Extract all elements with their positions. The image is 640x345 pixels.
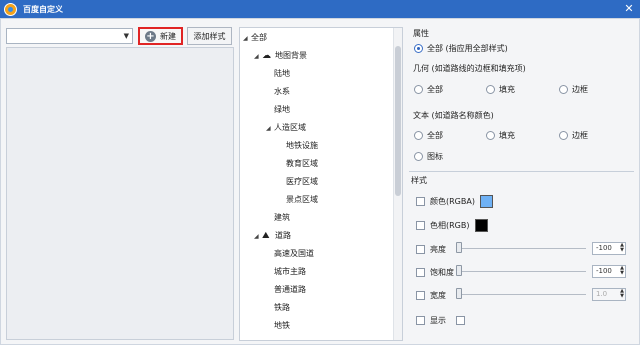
tree-item-label: 地铁 [274,321,290,330]
tree-item-label: 医疗区域 [286,177,318,186]
tree-item[interactable]: 教育区域 [278,156,318,172]
tree-scrollbar[interactable] [393,28,402,340]
tree-item[interactable]: 地铁 [266,318,290,334]
tree-item-label: 全部 [251,33,267,42]
text-fill-radio[interactable]: 填充 [486,129,515,141]
window-title: 百度自定义 [23,4,63,14]
style-list-panel[interactable] [6,47,234,340]
geometry-border-radio[interactable]: 边框 [559,83,588,95]
title-bar: 百度自定义 ✕ [0,0,640,18]
new-button-label: 新建 [160,31,176,41]
tree-item[interactable]: ◢ ⛰ 道路 [254,228,291,244]
tree-item[interactable]: 城市主路 [266,264,306,280]
color-row[interactable]: 颜色(RGBA) [416,194,493,208]
chevron-down-icon[interactable]: ▼ [124,32,129,40]
saturation-spinbox[interactable]: -100 ▲ ▼ [592,265,626,278]
add-style-label: 添加样式 [193,31,226,41]
tree-item[interactable]: 高速及国道 [266,246,314,262]
expand-arrow-icon[interactable]: ◢ [266,121,274,137]
visible-row: 显示 [416,314,470,326]
close-icon[interactable]: ✕ [622,2,636,16]
feature-tree[interactable]: ◢ 全部 ◢ ☁ 地图背景 陆地 水系 绿地 ◢ 人造区域 地铁设施 教育区域 医疗区域 景点区域 建筑 ◢ ⛰… [239,27,403,341]
geometry-all-radio[interactable]: 全部 [414,83,443,95]
width-row: 宽度 [416,289,446,301]
brightness-slider[interactable] [459,248,586,249]
properties-label: 属性 [413,29,429,38]
tree-item[interactable]: 绿地 [266,102,290,118]
expand-arrow-icon[interactable]: ◢ [254,49,262,65]
saturation-slider[interactable] [459,271,586,272]
color-swatch[interactable] [479,194,493,208]
tree-item-label: 道路 [275,231,291,240]
app-logo-icon [4,2,17,16]
text-all-radio[interactable]: 全部 [414,129,443,141]
tree-item[interactable]: ◢ 全部 [243,30,267,46]
width-slider[interactable] [459,294,586,295]
add-style-button[interactable]: 添加样式 [187,27,232,45]
saturation-slider-thumb[interactable] [456,265,462,276]
geometry-fill-radio[interactable]: 填充 [486,83,515,95]
cloud-icon: ☁ [262,51,271,61]
tree-item-label: 高速及国道 [274,249,314,258]
tree-item-label: 地铁设施 [286,141,318,150]
tree-item-label: 地图背景 [275,51,307,60]
text-border-radio[interactable]: 边框 [559,129,588,141]
spin-arrows-icon[interactable]: ▲ ▼ [620,243,624,253]
geometry-label: 几何 (如道路线的边框和填充项) [413,64,526,73]
hue-swatch[interactable] [474,218,488,232]
tree-item-label: 绿地 [274,105,290,114]
spin-arrows-icon[interactable]: ▲ ▼ [620,266,624,276]
tree-item-label: 陆地 [274,69,290,78]
style-label: 样式 [411,176,427,185]
visible-toggle-checkbox[interactable] [456,315,465,325]
scroll-thumb[interactable] [395,46,401,196]
icon-radio[interactable]: 图标 [414,150,443,162]
color-checkbox[interactable] [416,196,425,206]
tree-item-label: 水系 [274,87,290,96]
tree-item[interactable]: 陆地 [266,66,290,82]
tree-item-label: 人造区域 [274,123,306,132]
expand-arrow-icon[interactable]: ◢ [243,31,251,47]
road-icon: ⛰ [262,231,270,241]
spin-arrows-icon[interactable]: ▲ ▼ [620,289,624,299]
hue-row[interactable]: 色相(RGB) [416,218,488,232]
width-spinbox[interactable]: 1.0 ▲ ▼ [592,288,626,301]
text-label: 文本 (如道路名称颜色) [413,111,494,120]
tree-item[interactable]: 水系 [266,84,290,100]
tree-item[interactable]: ◢ ☁ 地图背景 [254,48,307,64]
tree-item[interactable]: 地铁设施 [278,138,318,154]
tree-item[interactable]: 建筑 [266,210,290,226]
brightness-checkbox[interactable] [416,244,425,254]
brightness-row: 亮度 [416,243,446,255]
brightness-spinbox[interactable]: -100 ▲ ▼ [592,242,626,255]
width-slider-thumb[interactable] [456,288,462,299]
new-button[interactable]: + 新建 [138,27,183,45]
tree-item[interactable]: 铁路 [266,300,290,316]
width-checkbox[interactable] [416,290,425,300]
tree-item-label: 普通道路 [274,285,306,294]
tree-item-label: 建筑 [274,213,290,222]
expand-arrow-icon[interactable]: ◢ [254,229,262,245]
tree-item[interactable]: 普通道路 [266,282,306,298]
saturation-checkbox[interactable] [416,267,425,277]
tree-item-label: 景点区域 [286,195,318,204]
tree-item[interactable]: 医疗区域 [278,174,318,190]
tree-item-label: 城市主路 [274,267,306,276]
brightness-slider-thumb[interactable] [456,242,462,253]
divider [409,171,634,172]
saturation-row: 饱和度 [416,266,454,278]
plus-icon: + [145,30,156,42]
tree-item-label: 教育区域 [286,159,318,168]
style-combo[interactable]: ▼ [6,28,133,44]
tree-item[interactable]: ◢ 人造区域 [266,120,306,136]
visible-checkbox[interactable] [416,315,425,325]
hue-checkbox[interactable] [416,220,425,230]
tree-item[interactable]: 景点区域 [278,192,318,208]
tree-item-label: 铁路 [274,303,290,312]
all-styles-radio[interactable]: 全部 (指应用全部样式) [414,42,508,54]
